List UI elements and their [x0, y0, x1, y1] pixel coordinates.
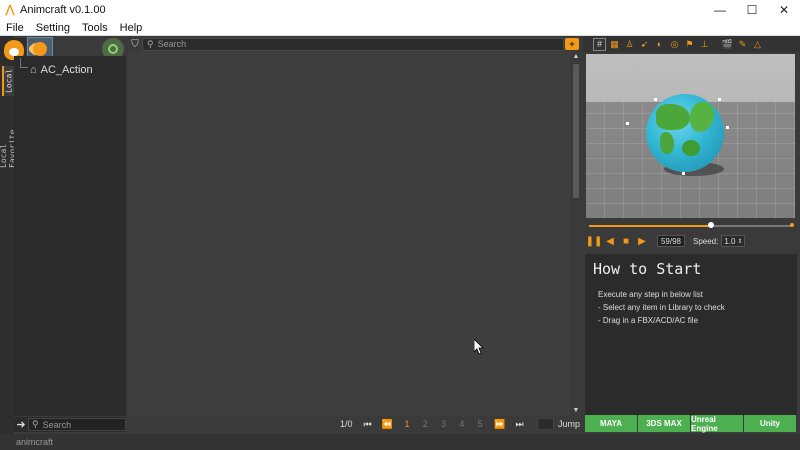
search-icon: ⚲: [147, 38, 154, 49]
floor-icon[interactable]: ▦: [608, 38, 621, 51]
jump-button[interactable]: Jump: [558, 419, 580, 429]
engine-export-bar: MAYA 3DS MAX Unreal Engine Unity: [585, 415, 797, 433]
speed-value: 1.0: [724, 236, 736, 246]
tab-local-favorite[interactable]: Local Favorite: [0, 104, 17, 168]
how-to-start-panel: How to Start Execute any step in below l…: [585, 254, 797, 416]
timeline-handle[interactable]: [707, 222, 714, 228]
page-5[interactable]: 5: [471, 419, 489, 429]
how-to-start-title: How to Start: [593, 260, 702, 278]
close-button[interactable]: ✕: [768, 0, 800, 20]
menu-help[interactable]: Help: [114, 22, 149, 34]
next-page-icon[interactable]: ⏩: [494, 419, 505, 430]
search-icon: ⚲: [32, 419, 39, 429]
arrow-right-icon[interactable]: ➜: [14, 418, 28, 431]
scroll-thumb[interactable]: [573, 64, 579, 198]
preview-toolbar: + # ▦ ♙ ➹ ◐ ◎ ⚑ ⊥ 🎬 ✎ △: [565, 36, 800, 52]
toolbar-spacer: [585, 38, 591, 51]
grid-icon[interactable]: #: [593, 37, 606, 51]
title-bar: ⋀ Animcraft v0.1.00 — ☐ ✕: [0, 0, 800, 20]
flag-icon[interactable]: ⚑: [683, 38, 696, 51]
library-pager: 1/0 ⏮ ⏪ 1 2 3 4 5 ⏩ ⏭ Jump: [340, 417, 580, 431]
maya-button[interactable]: MAYA: [585, 415, 637, 432]
tree-item-label: AC_Action: [40, 64, 93, 76]
toolbar-spacer: [713, 38, 719, 51]
library-search-input[interactable]: ⚲ Search: [142, 37, 564, 51]
stop-icon[interactable]: ■: [619, 234, 633, 248]
app-logo-icon: ⋀: [5, 4, 15, 16]
light-icon[interactable]: ◐: [653, 38, 666, 51]
scroll-down-icon[interactable]: ▼: [571, 406, 581, 416]
filter-icon[interactable]: ⛉: [128, 39, 142, 50]
home-icon: ⌂: [30, 64, 37, 76]
page-1[interactable]: 1: [398, 419, 416, 429]
preview-viewport[interactable]: [586, 54, 795, 218]
window-title: Animcraft v0.1.00: [20, 4, 106, 16]
tree-search-placeholder: Search: [42, 419, 72, 430]
spin-arrows-icon[interactable]: ⇕: [737, 238, 742, 245]
tree-search: ➜ ⚲ Search: [14, 417, 126, 432]
refresh-icon: [108, 44, 118, 54]
library-search: ⛉ ⚲ Search: [128, 37, 564, 51]
unreal-engine-button[interactable]: Unreal Engine: [691, 415, 743, 433]
maximize-button[interactable]: ☐: [736, 0, 768, 20]
mouse-cursor-icon: [473, 338, 484, 358]
window-controls: — ☐ ✕: [704, 0, 800, 20]
first-page-icon[interactable]: ⏮: [364, 419, 372, 430]
tree-search-input[interactable]: ⚲ Search: [28, 418, 126, 431]
menu-bar: File Setting Tools Help: [0, 20, 800, 36]
timeline-end-marker: [790, 223, 794, 227]
playback-controls: ❚❚ ◀ ■ ▶ 59/98 Speed: 1.0 ⇕: [586, 233, 797, 249]
axis-icon[interactable]: ⊥: [698, 38, 711, 51]
instruction-line: - Drag in a FBX/ACD/AC file: [598, 316, 699, 325]
bone-icon[interactable]: ✎: [736, 38, 749, 51]
instruction-line: - Select any item in Library to check: [598, 303, 725, 312]
motion-icon[interactable]: ➹: [638, 38, 651, 51]
menu-tools[interactable]: Tools: [76, 22, 114, 34]
library-grid[interactable]: [128, 52, 570, 416]
result-count: 1/0: [340, 419, 353, 429]
page-4[interactable]: 4: [453, 419, 471, 429]
library-search-placeholder: Search: [157, 39, 187, 49]
camera-icon[interactable]: ◎: [668, 38, 681, 51]
last-page-icon[interactable]: ⏭: [515, 419, 523, 430]
frame-counter: 59/98: [657, 235, 685, 247]
status-bar: animcraft: [0, 434, 800, 450]
animation-timeline[interactable]: [589, 222, 794, 228]
menu-setting[interactable]: Setting: [30, 22, 76, 34]
import-icon[interactable]: +: [565, 38, 579, 50]
prev-page-icon[interactable]: ⏪: [382, 419, 393, 430]
status-text: animcraft: [16, 437, 54, 447]
skeleton-icon[interactable]: ♙: [623, 38, 636, 51]
step-forward-icon[interactable]: ▶: [635, 234, 649, 248]
3ds-max-button[interactable]: 3DS MAX: [638, 415, 690, 432]
action-wave-icon: [33, 42, 47, 56]
jump-page-input[interactable]: [536, 418, 554, 430]
tree-item-ac-action[interactable]: ⌂ AC_Action: [20, 64, 93, 76]
scroll-up-icon[interactable]: ▲: [571, 52, 581, 62]
library-scrollbar[interactable]: ▲ ▼: [571, 52, 581, 416]
step-back-icon[interactable]: ◀: [603, 234, 617, 248]
page-3[interactable]: 3: [434, 419, 452, 429]
clapboard-icon[interactable]: 🎬: [721, 38, 734, 51]
unity-button[interactable]: Unity: [744, 415, 796, 432]
speed-spinbox[interactable]: 1.0 ⇕: [721, 235, 746, 247]
minimize-button[interactable]: —: [704, 0, 736, 20]
tab-local[interactable]: Local: [2, 66, 14, 96]
nodes-icon[interactable]: △: [751, 38, 764, 51]
library-tree: [14, 56, 126, 416]
page-2[interactable]: 2: [416, 419, 434, 429]
globe-model: [646, 94, 724, 172]
pause-icon[interactable]: ❚❚: [586, 234, 603, 248]
instruction-line: Execute any step in below list: [598, 290, 703, 299]
menu-file[interactable]: File: [0, 22, 30, 34]
speed-label: Speed:: [693, 236, 719, 246]
